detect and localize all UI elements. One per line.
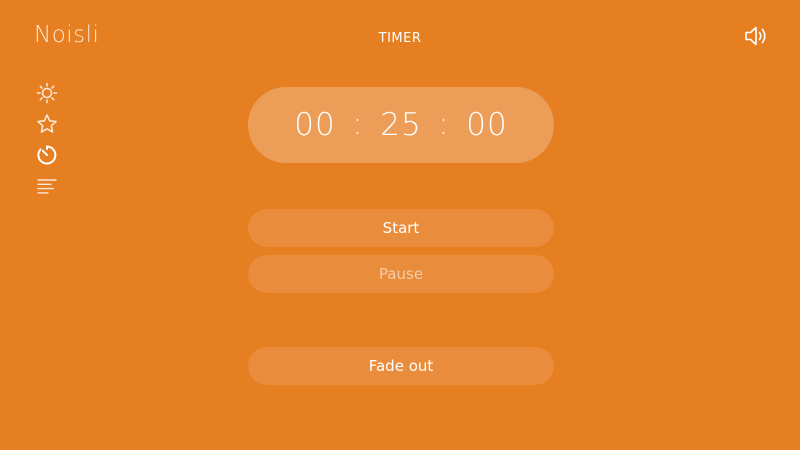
fade-out-button[interactable]: Fade out xyxy=(248,347,554,385)
sidebar-item-sounds[interactable] xyxy=(36,82,58,104)
sidebar-item-favorites[interactable] xyxy=(36,113,58,135)
sidebar xyxy=(36,82,60,206)
speaker-volume-icon xyxy=(745,26,766,46)
timer-display: 00 : 25 : 00 xyxy=(248,87,554,163)
sun-icon xyxy=(36,82,58,104)
timer-hours[interactable]: 00 xyxy=(284,107,346,143)
pause-button[interactable]: Pause xyxy=(248,255,554,293)
star-icon xyxy=(37,114,57,133)
sidebar-item-timer[interactable] xyxy=(36,144,58,166)
page-title: TIMER xyxy=(378,31,422,46)
timer-separator: : xyxy=(352,106,364,142)
timer-icon xyxy=(37,145,57,165)
volume-button[interactable] xyxy=(744,24,770,48)
text-lines-icon xyxy=(37,179,57,194)
timer-minutes[interactable]: 25 xyxy=(370,107,432,143)
sidebar-item-text[interactable] xyxy=(36,175,58,197)
timer-separator: : xyxy=(438,106,450,142)
timer-seconds[interactable]: 00 xyxy=(456,107,518,143)
start-button[interactable]: Start xyxy=(248,209,554,247)
